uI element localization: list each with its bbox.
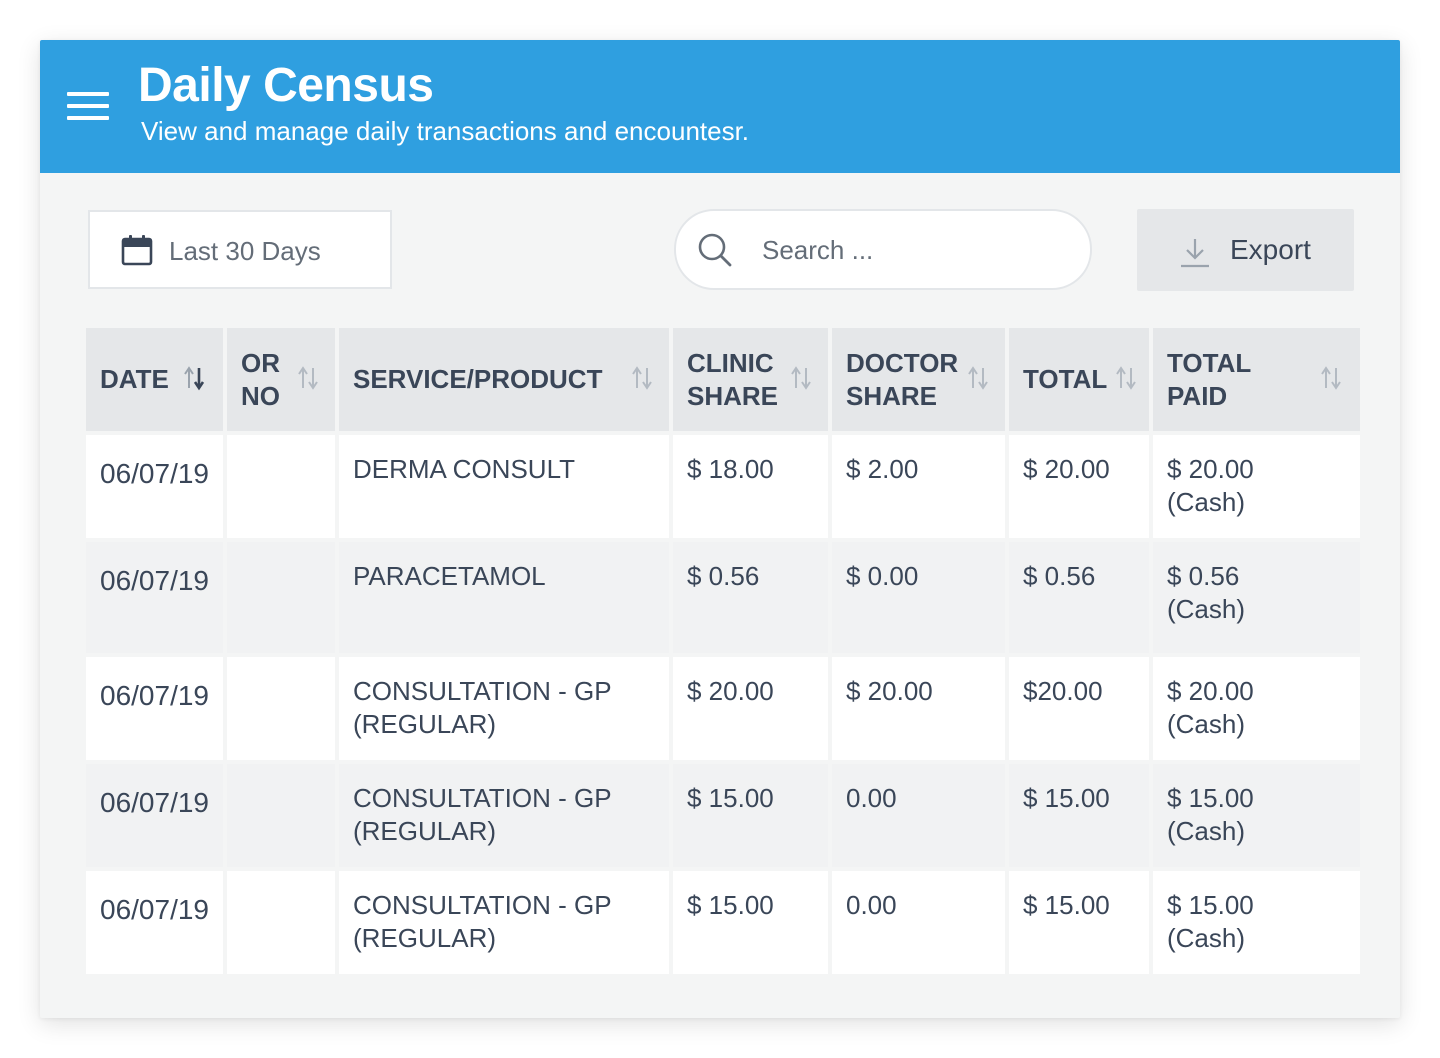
column-header-total[interactable]: TOTAL [1009, 328, 1149, 431]
cell-clinic-share: $ 15.00 [673, 871, 828, 974]
sort-arrows-icon[interactable] [1318, 364, 1344, 392]
sort-active-icon[interactable] [181, 364, 207, 392]
cell-or-no [227, 764, 335, 867]
page-header: Daily Census View and manage daily trans… [40, 40, 1400, 173]
cell-or-no [227, 871, 335, 974]
export-label: Export [1230, 234, 1311, 265]
cell-service: CONSULTATION - GP (REGULAR) [339, 657, 669, 760]
column-header-label: TOTAL PAID [1167, 347, 1251, 411]
date-range-filter[interactable]: Last 30 Days [88, 210, 392, 289]
column-header-date[interactable]: DATE [86, 328, 223, 431]
cell-service: PARACETAMOL [339, 542, 669, 653]
search-box [674, 209, 1092, 290]
cell-total: $ 0.56 [1009, 542, 1149, 653]
census-table: DATE OR NO SERVICE/PRODUCT CLINIC SHARE … [82, 324, 1364, 978]
table-row[interactable]: 06/07/19 CONSULTATION - GP (REGULAR) $ 1… [86, 764, 1360, 867]
cell-service: DERMA CONSULT [339, 435, 669, 538]
cell-total-paid: $ 20.00 (Cash) [1153, 435, 1360, 538]
cell-clinic-share: $ 20.00 [673, 657, 828, 760]
cell-total-paid: $ 0.56 (Cash) [1153, 542, 1360, 653]
cell-date: 06/07/19 [86, 435, 223, 538]
page-subtitle: View and manage daily transactions and e… [141, 116, 750, 146]
payment-method: (Cash) [1167, 923, 1246, 953]
total-paid-amount: $ 0.56 [1167, 561, 1240, 591]
search-icon [697, 232, 733, 273]
cell-date: 06/07/19 [86, 657, 223, 760]
cell-service: CONSULTATION - GP (REGULAR) [339, 871, 669, 974]
cell-date: 06/07/19 [86, 871, 223, 974]
hamburger-menu-icon[interactable] [67, 92, 109, 120]
payment-method: (Cash) [1167, 594, 1246, 624]
daily-census-card: Daily Census View and manage daily trans… [40, 40, 1400, 1018]
cell-total-paid: $ 20.00 (Cash) [1153, 657, 1360, 760]
column-header-label: DATE [100, 364, 169, 394]
cell-total: $ 15.00 [1009, 764, 1149, 867]
payment-method: (Cash) [1167, 487, 1246, 517]
cell-clinic-share: $ 0.56 [673, 542, 828, 653]
total-paid-amount: $ 15.00 [1167, 890, 1254, 920]
table-row[interactable]: 06/07/19 CONSULTATION - GP (REGULAR) $ 2… [86, 657, 1360, 760]
payment-method: (Cash) [1167, 709, 1246, 739]
cell-doctor-share: 0.00 [832, 871, 1005, 974]
cell-doctor-share: 0.00 [832, 764, 1005, 867]
cell-doctor-share: $ 0.00 [832, 542, 1005, 653]
total-paid-amount: $ 15.00 [1167, 783, 1254, 813]
column-header-total-paid[interactable]: TOTAL PAID [1153, 328, 1360, 431]
cell-or-no [227, 435, 335, 538]
payment-method: (Cash) [1167, 816, 1246, 846]
page-title: Daily Census [138, 59, 434, 112]
cell-date: 06/07/19 [86, 542, 223, 653]
column-header-label: TOTAL [1023, 364, 1108, 394]
total-paid-amount: $ 20.00 [1167, 676, 1254, 706]
column-header-service[interactable]: SERVICE/PRODUCT [339, 328, 669, 431]
column-header-or-no[interactable]: OR NO [227, 328, 335, 431]
calendar-icon [121, 234, 153, 271]
sort-arrows-icon[interactable] [965, 364, 991, 392]
cell-total-paid: $ 15.00 (Cash) [1153, 764, 1360, 867]
cell-service: CONSULTATION - GP (REGULAR) [339, 764, 669, 867]
date-range-label: Last 30 Days [169, 236, 321, 266]
column-header-clinic-share[interactable]: CLINIC SHARE [673, 328, 828, 431]
cell-or-no [227, 542, 335, 653]
cell-doctor-share: $ 2.00 [832, 435, 1005, 538]
column-header-label: OR NO [241, 347, 280, 411]
table-row[interactable]: 06/07/19 CONSULTATION - GP (REGULAR) $ 1… [86, 871, 1360, 974]
column-header-label: CLINIC SHARE [687, 347, 779, 411]
cell-total-paid: $ 15.00 (Cash) [1153, 871, 1360, 974]
table-row[interactable]: 06/07/19 DERMA CONSULT $ 18.00 $ 2.00 $ … [86, 435, 1360, 538]
column-header-label: SERVICE/PRODUCT [353, 364, 603, 394]
table-row[interactable]: 06/07/19 PARACETAMOL $ 0.56 $ 0.00 $ 0.5… [86, 542, 1360, 653]
cell-date: 06/07/19 [86, 764, 223, 867]
sort-arrows-icon[interactable] [295, 364, 321, 392]
cell-total: $20.00 [1009, 657, 1149, 760]
cell-or-no [227, 657, 335, 760]
sort-arrows-icon[interactable] [629, 364, 655, 392]
cell-total: $ 20.00 [1009, 435, 1149, 538]
cell-clinic-share: $ 15.00 [673, 764, 828, 867]
column-header-label: DOCTOR SHARE [846, 347, 959, 411]
table-header-row: DATE OR NO SERVICE/PRODUCT CLINIC SHARE … [86, 328, 1360, 431]
cell-clinic-share: $ 18.00 [673, 435, 828, 538]
cell-doctor-share: $ 20.00 [832, 657, 1005, 760]
column-header-doctor-share[interactable]: DOCTOR SHARE [832, 328, 1005, 431]
search-input[interactable] [760, 229, 1064, 271]
total-paid-amount: $ 20.00 [1167, 454, 1254, 484]
download-icon [1180, 238, 1210, 273]
cell-total: $ 15.00 [1009, 871, 1149, 974]
sort-arrows-icon[interactable] [1113, 364, 1139, 392]
sort-arrows-icon[interactable] [788, 364, 814, 392]
export-button[interactable]: Export [1137, 209, 1354, 291]
